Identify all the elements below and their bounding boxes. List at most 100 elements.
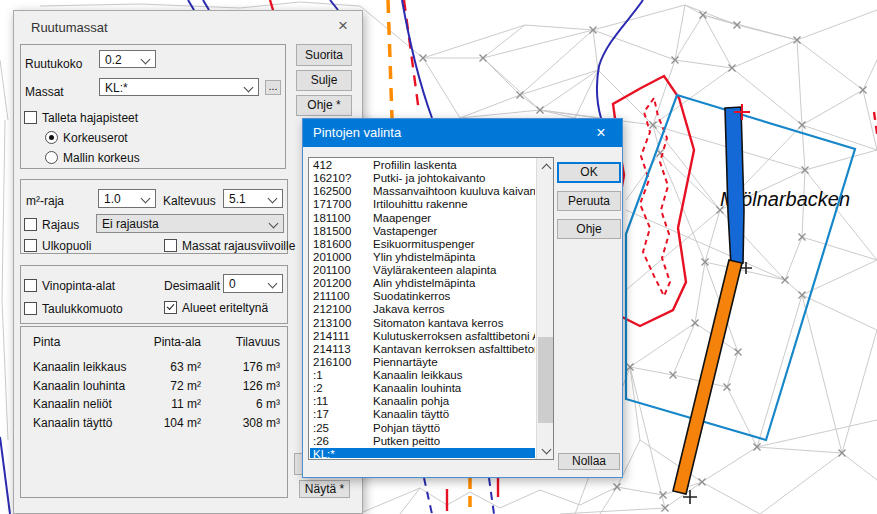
list-item-code: 212100 [313,303,351,316]
list-item-name: Kanaalin täyttö [373,408,449,421]
pintojen-valinta-titlebar[interactable]: Pintojen valinta × [303,119,622,147]
sulje-button[interactable]: Sulje [296,70,352,91]
list-item[interactable]: 213100Sitomaton kantava kerros [310,317,535,330]
scroll-down-icon[interactable] [537,442,554,459]
list-item-code: 201000 [313,251,351,264]
utility-lines-bottom [424,478,498,514]
close-icon[interactable]: × [584,119,618,147]
col-tilavuus: Tilavuus [210,335,280,349]
peruuta-button[interactable]: Peruuta [557,191,621,211]
list-item-selected[interactable]: KL:* [310,448,535,458]
list-item-code: 216100 [313,356,351,369]
blue-area-strip [725,107,744,266]
list-item-name: Kanaalin pohja [373,395,449,408]
list-item[interactable]: 201200Alin yhdistelmäpinta [310,277,535,290]
list-item[interactable]: :11Kanaalin pohja [310,395,535,408]
pintojen-valinta-title: Pintojen valinta [313,125,401,140]
list-item-name: Kanaalin louhinta [373,382,461,395]
list-item-name: Kulutuskerroksen asfalttibetoni AB [373,330,535,343]
massat-browse-button[interactable]: ... [265,80,281,95]
list-item[interactable]: 171700Irtilouhittu rakenne [310,198,535,211]
chevron-down-icon[interactable] [244,83,254,93]
massat-combobox[interactable]: KL:* [99,78,259,96]
desimaalit-combobox[interactable]: 0 [223,274,283,293]
talleta-hajapisteet-label: Talleta hajapisteet [42,111,138,125]
rajaus-combobox[interactable]: Ei rajausta [96,214,284,233]
list-item[interactable]: 181600Esikuormituspenger [310,238,535,251]
suorita-button[interactable]: Suorita [296,44,352,66]
chevron-down-icon[interactable] [269,219,279,229]
list-item-code: :1 [313,369,323,382]
alueet-eriteltyna-checkbox[interactable] [164,301,177,314]
application-window: Mjölnarbacken Ruutumassat × Ruutukoko 0.… [0,0,877,514]
rajaus-label: Rajaus [42,218,79,232]
alueet-eriteltyna-label: Alueet eriteltynä [182,301,268,315]
list-item[interactable]: :25Pohjan täyttö [310,422,535,435]
list-item[interactable]: :17 Kanaalin täyttö [310,408,535,421]
list-item[interactable]: 214113Kantavan kerroksen asfalttibetoni [310,343,535,356]
list-item[interactable]: 212100Jakava kerros [310,303,535,316]
list-item-code: :17 [313,408,329,421]
m2raja-value: 1.0 [104,192,121,206]
ohje-button2[interactable]: Ohje [557,219,621,239]
close-icon[interactable]: × [330,13,356,39]
ruutumassat-titlebar[interactable]: Ruutumassat × [14,11,362,43]
ruutukoko-combobox[interactable]: 0.2 [99,50,156,68]
list-item[interactable]: 16210?Putki- ja johtokaivanto [310,172,535,185]
chevron-down-icon[interactable] [268,279,278,289]
list-item-name: Suodatinkerros [373,290,450,303]
list-item-code: 201200 [313,277,351,290]
col-pinta-ala: Pinta-ala [81,335,201,349]
talleta-hajapisteet-checkbox[interactable] [24,111,37,124]
list-item[interactable]: 162500Massanvaihtoon kuuluva kaivanto [310,185,535,198]
list-item-code: 181100 [313,212,351,225]
table-row: Kanaalin louhinta72 m²126 m³ [33,379,281,393]
table-header-row: Pinta Pinta-ala Tilavuus [33,335,281,349]
list-item[interactable]: 211100Suodatinkerros [310,290,535,303]
list-item[interactable]: :1Kanaalin leikkaus [310,369,535,382]
chevron-down-icon[interactable] [141,55,151,65]
ok-button[interactable]: OK [557,162,621,183]
list-item[interactable]: 214111Kulutuskerroksen asfalttibetoni AB [310,330,535,343]
m2raja-label: m²-raja [26,194,64,208]
ulkopuoli-label: Ulkopuoli [42,239,91,253]
surface-listbox[interactable]: 412Profiilin laskenta16210?Putki- ja joh… [308,157,554,460]
massat-label: Massat [25,85,64,99]
list-item[interactable]: 181500Vastapenger [310,225,535,238]
list-item-name: Sitomaton kantava kerros [373,317,503,330]
nayta-button[interactable]: Näytä * [299,480,350,498]
mallin-korkeus-radio[interactable] [45,151,58,164]
korkeuserot-label: Korkeuserot [63,131,128,145]
scrollbar-thumb[interactable] [538,337,553,423]
chevron-down-icon[interactable] [268,194,278,204]
taulukkomuoto-checkbox[interactable] [24,302,37,315]
table-cell: 6 m³ [210,397,280,411]
red-dashed-line [404,0,419,112]
chevron-down-icon[interactable] [141,194,151,204]
list-item[interactable]: :26Putken peitto [310,435,535,448]
col-pinta: Pinta [33,335,60,349]
list-item-name: Putken peitto [373,435,440,448]
list-item[interactable]: :2Kanaalin louhinta [310,382,535,395]
list-item[interactable]: 412Profiilin laskenta [310,159,535,172]
list-item-name: Kantavan kerroksen asfalttibetoni [373,343,535,356]
vinopinta-alat-checkbox[interactable] [24,279,37,292]
ulkopuoli-checkbox[interactable] [24,239,37,252]
list-item-name: Maapenger [373,212,431,225]
list-item[interactable]: 216100Piennartäyte [310,356,535,369]
ruutumassat-title: Ruutumassat [31,20,108,35]
list-item[interactable]: 201100Väylärakenteen alapinta [310,264,535,277]
rajaus-checkbox[interactable] [24,218,37,231]
scrollbar[interactable] [536,158,553,459]
nollaa-button[interactable]: Nollaa [558,453,620,470]
massat-rajausviivoille-checkbox[interactable] [164,239,177,252]
ohje-button[interactable]: Ohje * [296,95,352,116]
scroll-up-icon[interactable] [537,158,554,175]
korkeuserot-radio[interactable] [45,131,58,144]
table-cell: 104 m² [81,416,201,430]
list-item[interactable]: 181100 Maapenger [310,212,535,225]
m2raja-combobox[interactable]: 1.0 [98,189,156,208]
kaltevuus-combobox[interactable]: 5.1 [223,189,283,208]
table-cell: 11 m² [81,397,201,411]
list-item[interactable]: 201000Ylin yhdistelmäpinta [310,251,535,264]
